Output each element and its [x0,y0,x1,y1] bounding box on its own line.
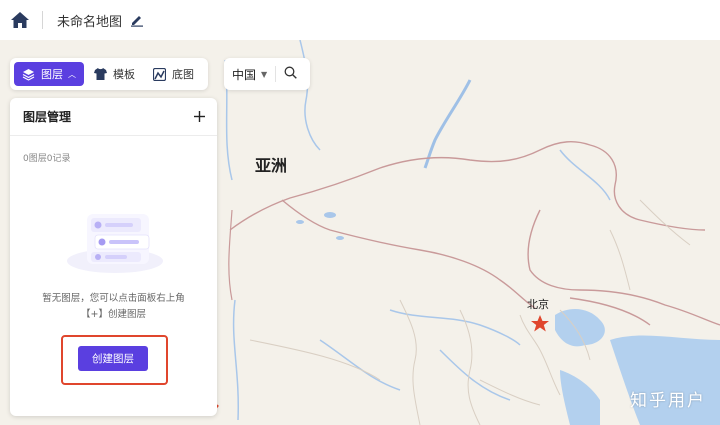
layers-icon [22,67,36,81]
search-icon [284,66,297,79]
continent-label: 亚洲 [255,156,288,175]
home-icon [11,12,29,28]
layer-count: 0图层0记录 [23,154,71,164]
add-layer-button[interactable] [194,108,205,126]
highlight-box [61,335,168,385]
caret-down-icon[interactable]: ▼ [261,70,267,79]
search-button[interactable] [284,66,297,82]
panel-header: 图层管理 [10,98,217,136]
basemap-label: 底图 [172,68,194,81]
empty-state-illustration [67,214,163,273]
edit-icon [131,16,144,27]
divider [275,66,277,82]
region-selector: 中国 ▼ [224,58,310,90]
empty-hint-line2: 【+】创建图层 [81,309,146,320]
layers-label: 图层 [41,68,63,81]
top-bar: 未命名地图 [0,0,720,40]
edit-title-button[interactable] [130,12,146,28]
plus-icon [194,110,205,122]
basemap-icon [153,67,167,81]
empty-hint: 暂无图层，您可以点击面板右上角 【+】创建图层 [10,291,217,323]
watermark: 知乎用户 [630,391,706,411]
panel-title: 图层管理 [23,110,72,124]
templates-button[interactable]: 模板 [86,62,143,86]
layers-button[interactable]: 图层 ︿ [14,62,84,86]
templates-label: 模板 [113,68,135,81]
chevron-up-icon: ︿ [68,69,76,79]
region-select[interactable]: 中国 [232,66,256,83]
empty-hint-line1: 暂无图层，您可以点击面板右上角 [42,293,185,304]
map-toolbar: 图层 ︿ 模板 底图 [10,58,208,90]
basemap-button[interactable]: 底图 [145,62,202,86]
map-title[interactable]: 未命名地图 [57,11,122,30]
divider [42,11,43,29]
city-label-beijing: 北京 [527,298,549,311]
home-button[interactable] [2,0,38,40]
shirt-icon [94,67,108,81]
